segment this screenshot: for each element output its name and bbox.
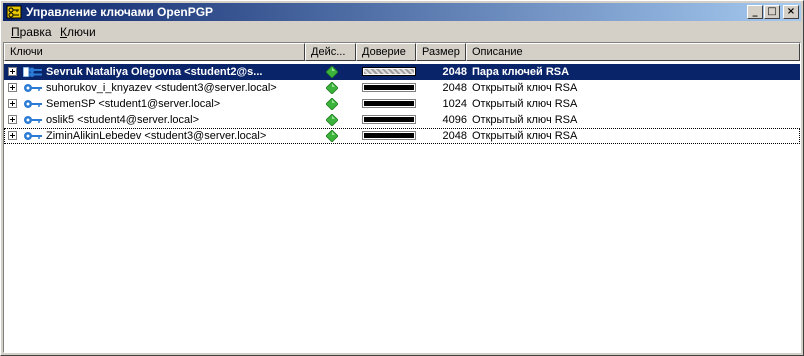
key-size: 2048 — [442, 66, 467, 78]
maximize-button[interactable]: □ — [764, 5, 780, 19]
trust-bar — [362, 131, 416, 140]
menu-keys-accel: К — [60, 25, 67, 39]
key-description: Открытый ключ RSA — [472, 98, 578, 110]
table-row[interactable]: ZiminAlikinLebedev <student3@server.loca… — [4, 128, 800, 144]
key-name: Sevruk Nataliya Olegovna <student2@s... — [46, 66, 263, 78]
minimize-button[interactable]: _ — [747, 5, 763, 19]
expand-icon[interactable] — [8, 67, 17, 76]
validity-diamond-icon — [326, 114, 338, 126]
key-icon — [24, 84, 42, 92]
menu-edit-label: равка — [19, 25, 52, 39]
trust-bar — [362, 67, 416, 76]
key-icon — [24, 132, 42, 140]
validity-diamond-icon — [326, 130, 338, 142]
trust-bar-fill — [364, 133, 414, 138]
menu-edit[interactable]: Правка — [11, 25, 52, 39]
keys-app-icon — [6, 5, 22, 19]
key-name: suhorukov_i_knyazev <student3@server.loc… — [46, 82, 277, 94]
key-icon — [24, 116, 42, 124]
key-size: 2048 — [442, 82, 467, 94]
key-name: SemenSP <student1@server.local> — [46, 98, 221, 110]
validity-diamond-icon — [326, 82, 338, 94]
menu-bar: Правка Ключи — [3, 23, 801, 41]
column-header-size[interactable]: Размер — [416, 43, 466, 61]
key-size: 4096 — [442, 114, 467, 126]
table-row[interactable]: suhorukov_i_knyazev <student3@server.loc… — [4, 80, 800, 96]
key-size: 1024 — [442, 98, 467, 110]
menu-keys-label: лючи — [67, 25, 96, 39]
column-header-trust[interactable]: Доверие — [356, 43, 416, 61]
expand-icon[interactable] — [8, 99, 17, 108]
menu-edit-accel: П — [11, 25, 20, 39]
expand-icon[interactable] — [8, 83, 17, 92]
trust-bar — [362, 99, 416, 108]
expand-icon[interactable] — [8, 115, 17, 124]
key-size: 2048 — [442, 130, 467, 142]
key-name: oslik5 <student4@server.local> — [46, 114, 200, 126]
close-button[interactable]: × — [783, 5, 799, 19]
key-description: Открытый ключ RSA — [472, 82, 578, 94]
main-window: Управление ключами OpenPGP _ □ × Правка … — [0, 0, 804, 356]
trust-bar — [362, 83, 416, 92]
key-description: Пара ключей RSA — [472, 66, 570, 78]
trust-bar-fill — [364, 117, 414, 122]
expand-icon[interactable] — [8, 131, 17, 140]
pair-icon — [23, 67, 42, 77]
key-icon — [24, 100, 42, 108]
trust-bar-fill — [364, 69, 414, 74]
validity-diamond-icon — [326, 66, 338, 78]
key-description: Открытый ключ RSA — [472, 130, 578, 142]
list-header: Ключи Дейс... Доверие Размер Описание — [4, 43, 800, 61]
column-header-description[interactable]: Описание — [466, 43, 800, 61]
trust-bar — [362, 115, 416, 124]
window-title: Управление ключами OpenPGP — [26, 5, 214, 19]
key-name: ZiminAlikinLebedev <student3@server.loca… — [46, 130, 267, 142]
table-row[interactable]: Sevruk Nataliya Olegovna <student2@s... 2… — [4, 64, 800, 80]
trust-bar-fill — [364, 101, 414, 106]
menu-keys[interactable]: Ключи — [60, 25, 96, 39]
table-row[interactable]: oslik5 <student4@server.local> 4096 Открыт… — [4, 112, 800, 128]
column-header-keys[interactable]: Ключи — [4, 43, 305, 61]
column-header-validity[interactable]: Дейс... — [305, 43, 356, 61]
key-description: Открытый ключ RSA — [472, 114, 578, 126]
key-list[interactable]: Ключи Дейс... Доверие Размер Описание Se… — [3, 42, 801, 353]
validity-diamond-icon — [326, 98, 338, 110]
trust-bar-fill — [364, 85, 414, 90]
table-row[interactable]: SemenSP <student1@server.local> 1024 Откры… — [4, 96, 800, 112]
title-bar[interactable]: Управление ключами OpenPGP _ □ × — [3, 3, 801, 21]
